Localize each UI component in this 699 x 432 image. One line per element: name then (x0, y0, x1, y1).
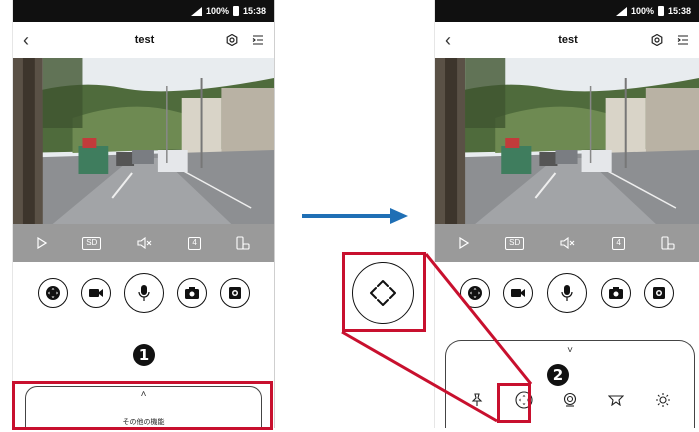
right-phone-screen: 100% 15:38 ‹ test SD 4 ˅ 2 (434, 0, 699, 428)
ptz-control-button[interactable] (37, 278, 68, 308)
clock-time: 15:38 (667, 6, 691, 16)
rotate-phone-icon[interactable] (661, 236, 675, 250)
snapshot-button[interactable] (600, 278, 631, 308)
chevron-down-icon[interactable]: ˅ (446, 345, 694, 356)
play-icon[interactable] (459, 237, 470, 249)
sd-quality-button[interactable]: SD (505, 236, 525, 250)
settings-icon[interactable] (226, 34, 238, 46)
feature-icon-row (446, 389, 694, 411)
split-view-button[interactable]: 4 (188, 236, 201, 250)
status-bar: 100% 15:38 (435, 0, 699, 22)
battery-percent: 100% (205, 6, 229, 16)
camera-live-feed[interactable] (435, 58, 699, 224)
play-icon[interactable] (37, 237, 47, 249)
back-arrow-icon[interactable]: ‹ (23, 31, 43, 49)
camera-live-feed[interactable] (13, 58, 274, 224)
rotate-phone-icon[interactable] (236, 236, 250, 250)
record-video-button[interactable] (503, 278, 534, 308)
sd-quality-button[interactable]: SD (82, 236, 102, 250)
app-header: ‹ test (13, 22, 274, 58)
microphone-button[interactable] (546, 273, 587, 313)
snapshot-button[interactable] (176, 278, 207, 308)
signal-icon (615, 6, 627, 16)
mute-icon[interactable] (137, 237, 153, 249)
page-title: test (134, 34, 155, 46)
action-button-row (435, 273, 699, 313)
settings-icon[interactable] (651, 34, 663, 46)
video-control-bar: SD 4 (435, 224, 699, 262)
face-detect-icon[interactable] (559, 389, 581, 411)
mute-icon[interactable] (560, 237, 576, 249)
split-view-button[interactable]: 4 (612, 236, 625, 250)
action-button-row (13, 273, 274, 313)
signal-icon (190, 6, 202, 16)
screenshot-button[interactable] (219, 278, 250, 308)
light-icon[interactable] (652, 389, 674, 411)
step-badge-1: 1 (133, 344, 155, 366)
ptz-zoom-icon (352, 262, 414, 324)
left-phone-screen: 100% 15:38 ‹ test SD 4 1 ˄ その他の機能 (12, 0, 275, 428)
menu-icon[interactable] (677, 34, 689, 46)
battery-icon (657, 6, 664, 16)
battery-percent: 100% (630, 6, 654, 16)
back-arrow-icon[interactable]: ‹ (445, 31, 465, 49)
page-title: test (558, 34, 578, 46)
cruise-icon[interactable] (605, 389, 627, 411)
step-badge-2: 2 (547, 364, 569, 386)
clock-time: 15:38 (242, 6, 266, 16)
record-video-button[interactable] (80, 278, 111, 308)
microphone-button[interactable] (123, 273, 164, 313)
battery-icon (232, 6, 239, 16)
app-header: ‹ test (435, 22, 699, 58)
highlight-drawer (12, 381, 273, 430)
pin-icon[interactable] (466, 389, 488, 411)
more-features-panel: ˅ (445, 340, 695, 428)
status-bar: 100% 15:38 (13, 0, 274, 22)
video-control-bar: SD 4 (13, 224, 274, 262)
menu-icon[interactable] (252, 34, 264, 46)
transition-arrow (300, 206, 410, 231)
ptz-control-button[interactable] (459, 278, 490, 308)
screenshot-button[interactable] (644, 278, 675, 308)
highlight-ptz-icon (497, 383, 531, 423)
